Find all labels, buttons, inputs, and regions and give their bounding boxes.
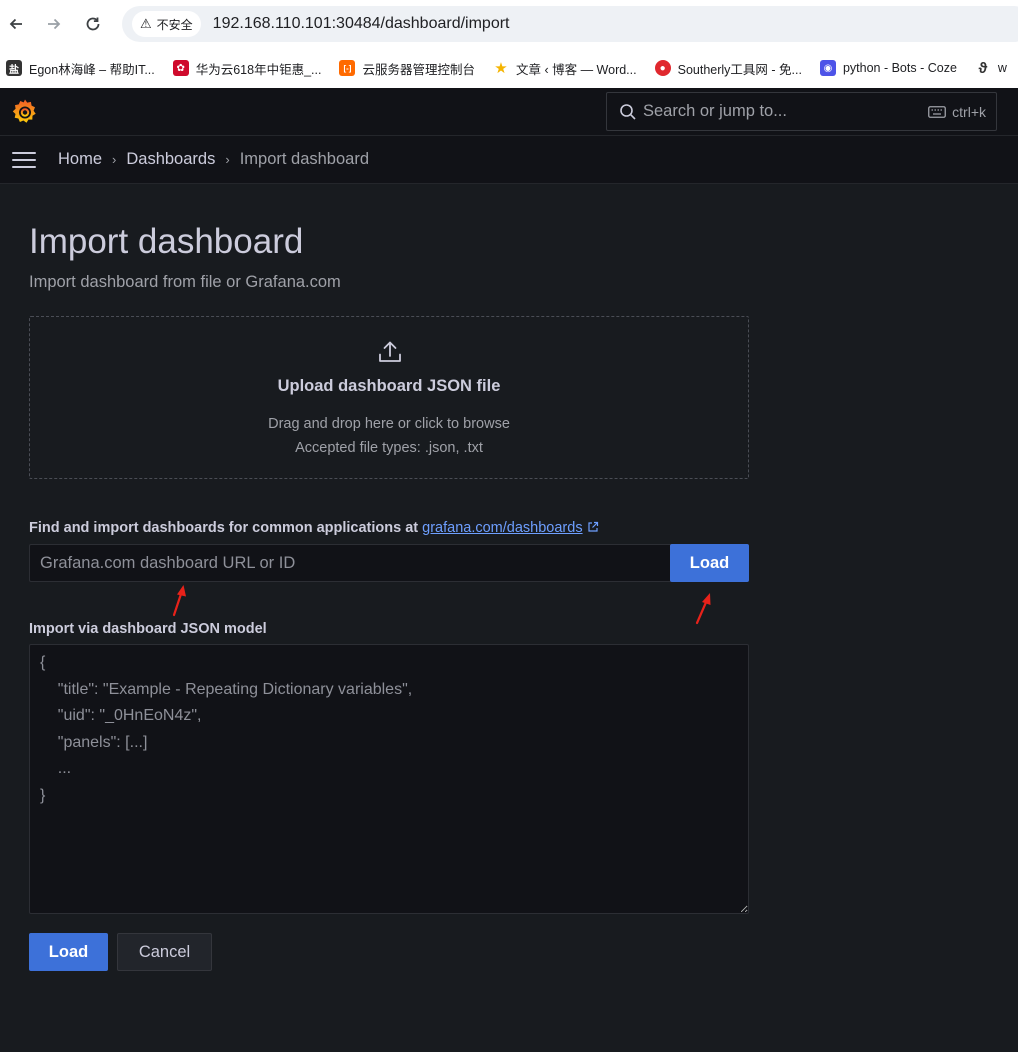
bookmark-favicon-icon: ϑ <box>978 59 988 77</box>
bookmark-item[interactable]: ϑw <box>975 59 1007 77</box>
security-label: 不安全 <box>156 17 193 32</box>
grafana-com-url-input[interactable] <box>29 544 671 582</box>
bookmark-item[interactable]: 盐 Egon林海峰 – 帮助IT... <box>6 59 155 78</box>
grafana-com-label-text: Find and import dashboards for common ap… <box>29 520 419 536</box>
breadcrumb-bar: Home › Dashboards › Import dashboard <box>0 136 1018 184</box>
reload-icon[interactable] <box>81 12 105 36</box>
bookmark-label: Egon林海峰 – 帮助IT... <box>29 62 155 77</box>
bookmark-item[interactable]: ◉ python - Bots - Coze <box>819 60 957 76</box>
bookmark-item[interactable]: [-] 云服务器管理控制台 <box>339 59 475 78</box>
load-button[interactable]: Load <box>29 933 108 971</box>
security-chip[interactable]: ⚠ 不安全 <box>132 11 201 37</box>
huawei-icon: ✿ <box>172 60 189 76</box>
external-link-icon[interactable] <box>587 521 599 533</box>
annotation-arrow-icon <box>172 585 186 617</box>
page-title: Import dashboard <box>29 222 304 261</box>
breadcrumb-home[interactable]: Home <box>58 150 102 169</box>
grafana-logo-icon[interactable] <box>10 97 40 127</box>
breadcrumb-separator: › <box>225 152 230 167</box>
bookmark-label: python - Bots - Coze <box>842 61 957 75</box>
bookmark-item[interactable]: ★ 文章 ‹ 博客 — Word... <box>493 59 637 78</box>
bookmark-label: Southerly工具网 - 免... <box>677 62 802 77</box>
breadcrumb-separator: › <box>112 152 117 167</box>
bookmark-label: 云服务器管理控制台 <box>362 62 475 77</box>
arrow-left-icon[interactable] <box>4 12 28 36</box>
shortcut-hint: ctrl+k <box>928 104 986 120</box>
grafana-com-link[interactable]: grafana.com/dashboards <box>422 520 582 536</box>
shortcut-label: ctrl+k <box>952 103 986 120</box>
upload-icon <box>379 341 401 362</box>
grafana-topbar: Search or jump to... ctrl+k <box>0 88 1018 136</box>
star-icon: ★ <box>494 60 508 77</box>
page-subtitle: Import dashboard from file or Grafana.co… <box>29 273 341 291</box>
breadcrumb-current: Import dashboard <box>239 150 370 168</box>
json-model-label: Import via dashboard JSON model <box>29 621 267 637</box>
breadcrumb: Home › Dashboards › Import dashboard <box>58 150 369 169</box>
browser-toolbar: ⚠ 不安全 192.168.110.101:30484/dashboard/im… <box>0 0 1018 48</box>
bookmark-favicon-icon: 盐 <box>6 60 22 76</box>
southerly-icon: ● <box>654 60 671 76</box>
arrow-right-icon[interactable] <box>42 12 66 36</box>
menu-icon[interactable] <box>12 151 36 168</box>
bookmarks-bar: 盐 Egon林海峰 – 帮助IT... ✿ 华为云618年中钜惠_... [-] 云服… <box>0 48 1018 88</box>
cancel-button[interactable]: Cancel <box>117 933 212 971</box>
grafana-com-label: Find and import dashboards for common ap… <box>29 520 599 536</box>
bookmark-label: 文章 ‹ 博客 — Word... <box>515 62 637 77</box>
annotation-arrow-icon <box>695 593 711 625</box>
bookmark-item[interactable]: ✿ 华为云618年中钜惠_... <box>172 59 322 78</box>
upload-accepted-types: Accepted file types: .json, .txt <box>295 440 483 456</box>
grafana-com-load-button[interactable]: Load <box>670 544 749 582</box>
coze-icon: ◉ <box>819 60 836 76</box>
upload-hint: Drag and drop here or click to browse <box>268 416 510 432</box>
address-bar[interactable]: ⚠ 不安全 192.168.110.101:30484/dashboard/im… <box>122 6 1018 42</box>
upload-dropzone[interactable]: Upload dashboard JSON file Drag and drop… <box>29 316 749 479</box>
bookmark-label: w <box>997 61 1007 75</box>
search-placeholder: Search or jump to... <box>643 102 787 120</box>
keyboard-icon <box>928 105 947 118</box>
upload-title: Upload dashboard JSON file <box>277 377 501 395</box>
json-model-textarea[interactable] <box>29 644 749 914</box>
aliyun-icon: [-] <box>339 60 356 76</box>
breadcrumb-dashboards[interactable]: Dashboards <box>126 150 215 169</box>
bookmark-item[interactable]: ● Southerly工具网 - 免... <box>654 59 802 78</box>
search-icon <box>620 103 636 120</box>
search-bar[interactable]: Search or jump to... ctrl+k <box>606 92 997 131</box>
bookmark-label: 华为云618年中钜惠_... <box>195 62 322 77</box>
url-text[interactable]: 192.168.110.101:30484/dashboard/import <box>213 15 510 33</box>
warning-icon: ⚠ <box>140 16 152 31</box>
